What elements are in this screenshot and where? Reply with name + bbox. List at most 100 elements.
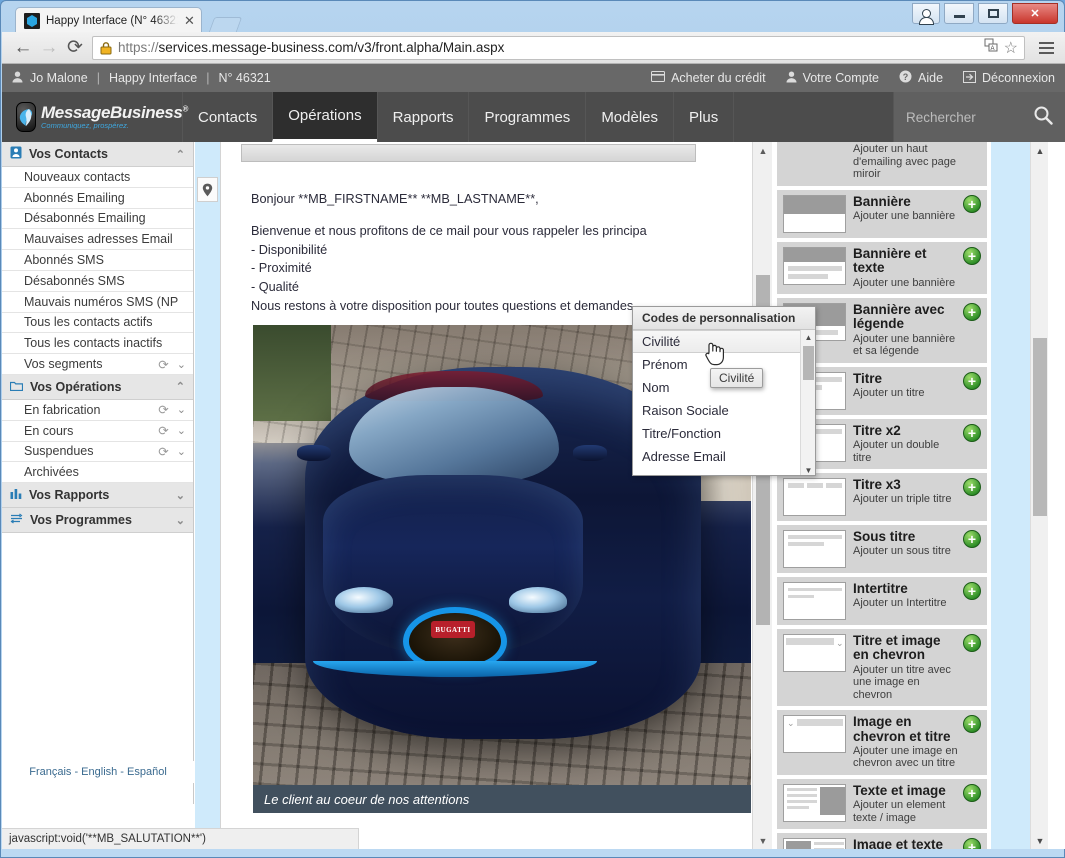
block-item-intertitre[interactable]: Intertitre Ajouter un Intertitre + [777, 577, 987, 626]
scroll-up-icon[interactable]: ▲ [753, 142, 773, 159]
dropdown-scrollbar[interactable]: ▲ ▼ [800, 330, 815, 475]
app-logo[interactable]: MessageBusiness® Communiquez, prospérez. [2, 92, 188, 142]
sidebar-item-desabonnes-sms[interactable]: Désabonnés SMS [2, 271, 193, 292]
dropdown-option-adresse-email[interactable]: Adresse Email [633, 445, 801, 468]
editor-toolbar[interactable] [241, 144, 696, 162]
add-block-icon[interactable]: + [963, 195, 981, 213]
translate-icon[interactable]: A [984, 38, 999, 58]
sidebar-item-en-fabrication[interactable]: En fabrication ⟳ ⌄ [2, 400, 193, 421]
search-icon[interactable] [1033, 105, 1053, 130]
sidebar-item-label: Mauvaises adresses Email [24, 232, 173, 247]
sidebar-item-vos-segments[interactable]: Vos segments ⟳ ⌄ [2, 354, 193, 375]
dropdown-scroll-up-icon[interactable]: ▲ [801, 330, 815, 344]
back-icon[interactable]: ← [10, 35, 36, 61]
help-link[interactable]: ? Aide [899, 70, 943, 86]
nav-modeles[interactable]: Modèles [585, 92, 673, 142]
email-editor-canvas[interactable]: Bonjour **MB_FIRSTNAME** **MB_LASTNAME**… [220, 142, 751, 849]
browser-tab[interactable]: Happy Interface (N° 46321 ✕ [15, 7, 202, 33]
sidebar-group-operations[interactable]: Vos Opérations ⌃ [2, 374, 193, 400]
nav-contacts[interactable]: Contacts [182, 92, 272, 142]
minimize-button[interactable] [944, 3, 974, 24]
your-account-link[interactable]: Votre Compte [786, 71, 879, 86]
address-bar[interactable]: https://services.message-business.com/v3… [92, 35, 1025, 60]
sidebar-item-mauvaises-adresses-email[interactable]: Mauvaises adresses Email [2, 229, 193, 251]
nav-programmes[interactable]: Programmes [468, 92, 585, 142]
refresh-icon[interactable]: ⟳ [158, 357, 168, 372]
sidebar-item-archivees[interactable]: Archivées [2, 462, 193, 484]
dropdown-scroll-down-icon[interactable]: ▼ [801, 463, 815, 475]
page-scroll-thumb[interactable] [1033, 338, 1047, 516]
dropdown-title: Codes de personnalisation [633, 307, 815, 330]
block-item-partial[interactable]: Ajouter un haut d'emailing avec page mir… [777, 142, 987, 186]
nav-plus[interactable]: Plus [673, 92, 733, 142]
block-item-image-et-texte[interactable]: Image et texte Ajouter un element image … [777, 833, 987, 849]
dropdown-option-titre-fonction[interactable]: Titre/Fonction [633, 422, 801, 445]
tab-close-icon[interactable]: ✕ [184, 14, 195, 27]
block-item-titre-x3[interactable]: Titre x3 Ajouter un triple titre + [777, 473, 987, 522]
personalization-codes-dropdown[interactable]: Codes de personnalisation Civilité Préno… [632, 306, 816, 476]
sidebar-group-contacts[interactable]: Vos Contacts ⌃ [2, 142, 193, 167]
sidebar-item-mauvais-numeros-sms[interactable]: Mauvais numéros SMS (NP [2, 292, 193, 313]
map-pin-icon[interactable] [197, 177, 218, 202]
browser-menu-icon[interactable] [1035, 41, 1057, 54]
sidebar-item-abonnes-sms[interactable]: Abonnés SMS [2, 250, 193, 271]
email-body[interactable]: Bonjour **MB_FIRSTNAME** **MB_LASTNAME**… [251, 190, 751, 316]
chevron-down-icon[interactable]: ⌄ [177, 424, 186, 437]
add-block-icon[interactable]: + [963, 247, 981, 265]
sidebar-group-rapports-label: Vos Rapports [29, 488, 110, 503]
refresh-icon[interactable]: ⟳ [158, 402, 168, 417]
user-account-button[interactable] [912, 3, 940, 24]
block-item-texte-et-image[interactable]: Texte et image Ajouter un element texte … [777, 778, 987, 830]
sidebar-group-programmes-label: Vos Programmes [30, 513, 132, 528]
nav-operations[interactable]: Opérations [272, 92, 377, 142]
forward-icon[interactable]: → [36, 35, 62, 61]
sidebar-item-tous-contacts-actifs[interactable]: Tous les contacts actifs [2, 313, 193, 334]
block-item-banniere[interactable]: Bannière Ajouter une bannière + [777, 190, 987, 238]
buy-credit-link[interactable]: Acheter du crédit [651, 71, 766, 85]
block-description: Ajouter un titre [853, 387, 925, 400]
add-block-icon[interactable]: + [963, 371, 981, 390]
sidebar-group-rapports[interactable]: Vos Rapports ⌄ [2, 483, 193, 509]
sidebar-item-desabonnes-emailing[interactable]: Désabonnés Emailing [2, 209, 193, 230]
sidebar-item-abonnes-emailing[interactable]: Abonnés Emailing [2, 188, 193, 209]
maximize-button[interactable] [978, 3, 1008, 24]
page-scrollbar[interactable]: ▲ ▼ [1030, 142, 1048, 849]
sidebar-item-en-cours[interactable]: En cours ⟳ ⌄ [2, 421, 193, 442]
editor-scrollbar[interactable]: ▲ ▼ [752, 142, 772, 849]
chevron-up-icon[interactable]: ⌃ [176, 148, 185, 161]
language-switcher[interactable]: Français - English - Español [2, 761, 194, 783]
block-item-image-en-chevron-et-titre[interactable]: ⌄ Image en chevron et titre Ajouter une … [777, 710, 987, 775]
sidebar-group-programmes[interactable]: Vos Programmes ⌄ [2, 508, 193, 534]
account-sep-1: | [96, 71, 100, 85]
sidebar-item-suspendues[interactable]: Suspendues ⟳ ⌄ [2, 442, 193, 463]
dropdown-scroll-thumb[interactable] [803, 346, 814, 380]
chevron-down-icon[interactable]: ⌄ [176, 489, 185, 502]
refresh-icon[interactable]: ⟳ [158, 444, 168, 459]
chevron-down-icon[interactable]: ⌄ [177, 403, 186, 416]
refresh-icon[interactable]: ⟳ [158, 423, 168, 438]
chevron-up-icon[interactable]: ⌃ [176, 380, 185, 393]
add-block-icon[interactable]: + [963, 838, 981, 849]
reload-icon[interactable]: ⟳ [62, 35, 88, 61]
chevron-down-icon[interactable]: ⌄ [177, 358, 186, 371]
page-scroll-up-icon[interactable]: ▲ [1031, 142, 1049, 159]
sidebar-item-nouveaux-contacts[interactable]: Nouveaux contacts [2, 167, 193, 188]
global-search[interactable]: Rechercher [893, 92, 1065, 142]
scroll-down-icon[interactable]: ▼ [753, 832, 773, 849]
close-window-button[interactable]: ✕ [1012, 3, 1058, 24]
add-block-icon[interactable]: + [963, 303, 981, 322]
block-item-sous-titre[interactable]: Sous titre Ajouter un sous titre + [777, 525, 987, 574]
chevron-down-icon[interactable]: ⌄ [177, 445, 186, 458]
insecure-lock-icon [99, 41, 113, 55]
chevron-down-icon[interactable]: ⌄ [176, 514, 185, 527]
sidebar-item-tous-contacts-inactifs[interactable]: Tous les contacts inactifs [2, 333, 193, 355]
add-block-icon[interactable]: + [963, 783, 981, 802]
add-block-icon[interactable]: + [963, 423, 981, 442]
logout-link[interactable]: Déconnexion [963, 70, 1055, 86]
block-item-titre-et-image-en-chevron[interactable]: ⌄ Titre et image en chevron Ajouter un t… [777, 629, 987, 707]
page-scroll-down-icon[interactable]: ▼ [1031, 832, 1049, 849]
block-item-banniere-et-texte[interactable]: Bannière et texte Ajouter une bannière + [777, 242, 987, 295]
dropdown-option-raison-sociale[interactable]: Raison Sociale [633, 399, 801, 422]
nav-rapports[interactable]: Rapports [376, 92, 469, 142]
bookmark-star-icon[interactable]: ☆ [1004, 38, 1018, 58]
